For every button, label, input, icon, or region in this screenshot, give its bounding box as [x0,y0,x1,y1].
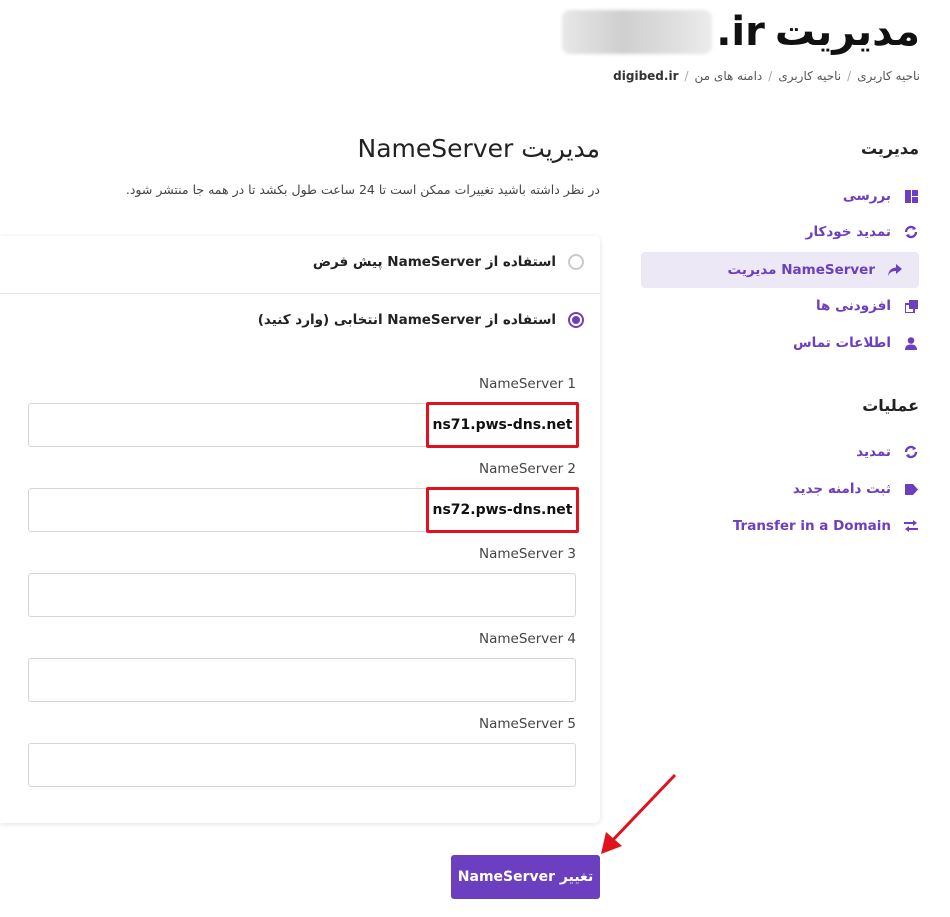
propagation-note: در نظر داشته باشید تغییرات ممکن است تا 2… [125,182,600,197]
sidebar-heading-operations: عملیات [862,396,919,415]
sidebar-item-label: ثبت دامنه جدید [792,481,891,497]
breadcrumb-link-my-domains[interactable]: دامنه های من [695,69,763,83]
breadcrumb-link-client-area[interactable]: ناحیه کاربری [857,69,920,83]
nameserver-4-input[interactable] [28,658,576,702]
nameserver-1-label: NameServer 1 [479,376,576,392]
nameserver-4-label: NameServer 4 [479,631,576,647]
nameserver-2-value[interactable]: ns72.pws-dns.net [426,487,579,533]
breadcrumb: ناحیه کاربری/ناحیه کاربری/دامنه های من/d… [613,69,920,83]
breadcrumb-current: digibed.ir [613,69,679,83]
nameserver-3-input[interactable] [28,573,576,617]
sidebar-item-label: مدیریت NameServer [727,262,875,278]
user-icon [903,335,919,351]
sidebar-item-register-domain[interactable]: ثبت دامنه جدید [669,471,919,507]
dashboard-icon [903,188,919,204]
sidebar-item-label: افزودنی ها [815,298,891,314]
sidebar-item-nameserver[interactable]: مدیریت NameServer [641,252,919,288]
page-title-tld: .ir [716,9,765,55]
nameserver-5-label: NameServer 5 [479,716,576,732]
radio-default-nameserver[interactable] [568,254,584,270]
sidebar-item-label: Transfer in a Domain [732,518,891,534]
sidebar-item-label: بررسی [842,188,891,204]
transfer-icon [903,518,919,534]
redacted-domain [562,10,713,54]
sidebar-item-label: تمدید [856,444,891,460]
option-custom-nameserver[interactable]: استفاده از NameServer انتخابی (وارد کنید… [0,312,584,328]
radio-custom-nameserver[interactable] [568,312,584,328]
sidebar-heading-manage: مدیریت [860,139,919,158]
nameserver-5-input[interactable] [28,743,576,787]
nameserver-3-label: NameServer 3 [479,546,576,562]
sync-icon [903,224,919,240]
sidebar-item-transfer[interactable]: Transfer in a Domain [669,508,919,544]
addons-icon [903,298,919,314]
renew-icon [903,444,919,460]
annotation-arrow-icon [601,773,677,854]
breadcrumb-link-client-area-2[interactable]: ناحیه کاربری [778,69,841,83]
change-nameserver-button[interactable]: تغییر NameServer [451,855,600,899]
sidebar-item-overview[interactable]: بررسی [669,178,919,214]
page-title: مدیریت .ir [562,4,920,60]
sidebar-item-contact[interactable]: اطلاعات تماس [669,325,919,361]
page-title-word: مدیریت [774,9,920,55]
sidebar-item-renew[interactable]: تمدید [669,434,919,470]
section-title: مدیریت NameServer [357,134,600,163]
sidebar-item-autorenew[interactable]: تمدید خودکار [669,214,919,250]
radio-label-custom: استفاده از NameServer انتخابی (وارد کنید… [257,312,556,328]
tag-icon [903,481,919,497]
sidebar-item-addons[interactable]: افزودنی ها [669,288,919,324]
nameserver-1-value[interactable]: ns71.pws-dns.net [426,402,579,448]
share-arrow-icon [887,262,903,278]
divider [0,293,600,294]
sidebar-item-label: اطلاعات تماس [793,335,891,351]
nameserver-form-card: استفاده از NameServer پیش فرض استفاده از… [0,236,600,823]
sidebar-item-label: تمدید خودکار [805,224,891,240]
radio-label-default: استفاده از NameServer پیش فرض [312,254,556,270]
nameserver-2-label: NameServer 2 [479,461,576,477]
option-default-nameserver[interactable]: استفاده از NameServer پیش فرض [0,254,584,270]
